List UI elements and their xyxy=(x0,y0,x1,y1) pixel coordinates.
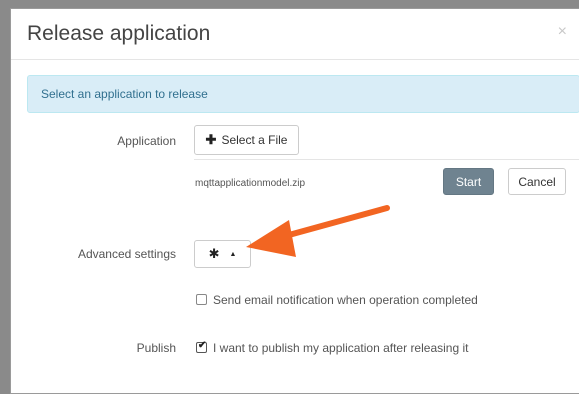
start-button[interactable]: Start xyxy=(443,168,494,195)
select-file-button[interactable]: ✚ Select a File xyxy=(194,125,299,155)
close-icon[interactable]: × xyxy=(558,23,567,41)
email-notification-label: Send email notification when operation c… xyxy=(213,293,478,307)
publish-label: Publish xyxy=(136,341,176,355)
publish-checkbox-label: I want to publish my application after r… xyxy=(213,341,469,355)
advanced-settings-label: Advanced settings xyxy=(77,247,176,261)
modal-title: Release application xyxy=(27,22,211,45)
file-divider xyxy=(194,159,579,160)
gear-icon: ✱ xyxy=(208,246,220,261)
publish-checkbox[interactable]: ✔ xyxy=(196,340,207,353)
release-application-modal: Release application × Select an applicat… xyxy=(10,8,579,394)
cancel-button[interactable]: Cancel xyxy=(508,168,566,195)
modal-header: Release application × xyxy=(11,9,579,60)
file-name: mqttapplicationmodel.zip xyxy=(195,178,306,189)
checkmark-icon: ✔ xyxy=(198,340,207,351)
advanced-settings-dropdown[interactable]: ✱ ▲ xyxy=(194,240,251,268)
select-file-label: Select a File xyxy=(221,133,288,147)
caret-up-icon: ▲ xyxy=(229,250,237,258)
plus-icon: ✚ xyxy=(205,132,217,147)
info-alert: Select an application to release xyxy=(27,75,579,113)
email-notification-checkbox[interactable] xyxy=(196,294,207,305)
application-label: Application xyxy=(117,134,176,148)
